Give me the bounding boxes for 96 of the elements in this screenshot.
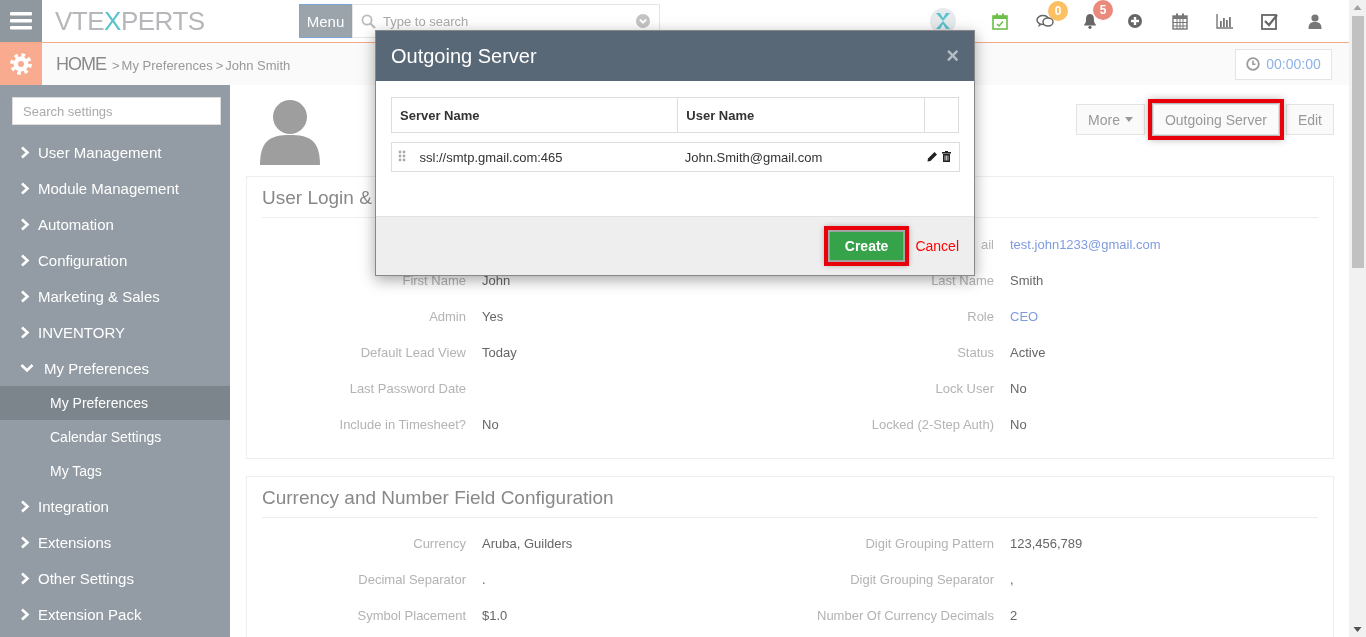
breadcrumb-link[interactable]: My Preferences	[121, 57, 213, 73]
sidebar-item[interactable]: Extensions	[0, 524, 230, 560]
scrollbar-thumb[interactable]	[1351, 16, 1364, 268]
menu-button[interactable]: Menu	[299, 4, 352, 38]
field-label: Admin	[429, 308, 466, 324]
field-value: No	[482, 416, 500, 432]
sidebar-item[interactable]: Automation	[0, 206, 230, 242]
sidebar-item[interactable]: My Preferences	[0, 350, 230, 386]
chat-icon[interactable]	[1035, 14, 1054, 28]
field-label: Digit Grouping Separator	[850, 571, 994, 587]
chevron-right-icon	[20, 535, 30, 549]
field-value: $1.0	[482, 607, 509, 623]
breadcrumb-link[interactable]: John Smith	[225, 57, 291, 73]
section-title: Currency and Number Field Configuration	[262, 477, 1318, 518]
dropdown-button[interactable]: More	[1076, 104, 1145, 135]
field-label: First Name	[402, 272, 466, 288]
breadcrumb-link[interactable]: HOME	[56, 53, 106, 75]
cancel-link[interactable]: Cancel	[915, 238, 959, 254]
search-field[interactable]: Search settings	[12, 97, 221, 125]
sidebar-item[interactable]: Configuration	[0, 242, 230, 278]
field-value: John	[482, 272, 512, 288]
sidebar-item[interactable]: Integration	[0, 488, 230, 524]
field-label: Symbol Placement	[357, 607, 466, 623]
bar-chart-icon[interactable]	[1215, 13, 1234, 29]
field-label: Digit Grouping Pattern	[865, 535, 994, 551]
trash-icon[interactable]	[941, 150, 951, 162]
sidebar-subitem[interactable]: My Tags	[0, 454, 230, 488]
sidebar-item[interactable]: Module Management	[0, 170, 230, 206]
field-value: Active	[1010, 344, 1047, 360]
table-cell: John.Smith@gmail.com	[684, 149, 823, 165]
field-value: Aruba, Guilders	[482, 535, 574, 551]
breadcrumb-separator: >	[112, 57, 120, 73]
chevron-right-icon	[20, 217, 30, 231]
field-label: Lock User	[935, 380, 994, 396]
field-link[interactable]: test.john1233@gmail.com	[1010, 236, 1318, 252]
field-value: Today	[482, 344, 518, 360]
field-label: ail	[981, 236, 994, 252]
field-label: Default Lead View	[360, 344, 466, 360]
sidebar-item[interactable]: Other Settings	[0, 560, 230, 596]
field-label: Status	[957, 344, 994, 360]
count-badge: 5	[1093, 0, 1113, 20]
calendar-icon[interactable]	[1171, 12, 1188, 30]
chevron-down-icon	[20, 363, 34, 373]
field-label: Decimal Separator	[358, 571, 466, 587]
pencil-icon[interactable]	[926, 150, 938, 162]
chevron-right-icon	[20, 571, 30, 585]
breadcrumb-separator: >	[215, 57, 224, 73]
chevron-right-icon	[20, 145, 30, 159]
field-value: .	[482, 571, 487, 587]
clock-icon	[1246, 57, 1261, 71]
sidebar-item[interactable]: Marketing & Sales	[0, 278, 230, 314]
field-label: Number Of Currency Decimals	[817, 607, 994, 623]
chevron-right-icon	[20, 181, 30, 195]
search-icon	[361, 14, 376, 29]
bell-icon[interactable]	[1082, 13, 1097, 29]
field-label: Include in Timesheet?	[339, 416, 466, 432]
field-label: Currency	[413, 535, 466, 551]
field-label: Last Name	[931, 272, 994, 288]
logo[interactable]: VTEXPERTS	[55, 5, 299, 37]
chevron-right-icon	[20, 253, 30, 267]
timer-button[interactable]: 00:00:00	[1235, 48, 1332, 80]
sidebar-item[interactable]: INVENTORY	[0, 314, 230, 350]
sidebar-item[interactable]: Extension Pack	[0, 596, 230, 632]
add-icon[interactable]	[1127, 14, 1142, 28]
count-badge: 0	[1048, 1, 1068, 21]
close-button[interactable]: ×	[946, 43, 959, 69]
field-value: No	[1010, 416, 1028, 432]
field-label: Locked (2-Step Auth)	[871, 416, 994, 432]
user-icon[interactable]	[1307, 13, 1322, 29]
menu-icon[interactable]	[0, 0, 42, 42]
field-value: 2	[1010, 607, 1019, 623]
sidebar-subitem[interactable]: Calendar Settings	[0, 420, 230, 454]
dialog-title: Outgoing Server	[391, 44, 537, 68]
calendar-check-icon[interactable]	[991, 12, 1008, 30]
chevron-right-icon	[20, 289, 30, 303]
caret-icon	[1124, 117, 1133, 122]
sidebar-subitem[interactable]: My Preferences	[0, 386, 230, 420]
avatar-icon	[260, 99, 320, 165]
checkbox-icon[interactable]	[1261, 12, 1278, 30]
table-cell: ssl://smtp.gmail.com:465	[419, 149, 563, 165]
chevron-right-icon	[20, 499, 30, 513]
column-header: User Name	[677, 97, 925, 133]
field-label: Role	[967, 308, 994, 324]
chevron-right-icon	[20, 325, 30, 339]
field-value: Smith	[1010, 272, 1045, 288]
chevron-right-icon	[20, 607, 30, 621]
column-header: Server Name	[391, 97, 678, 133]
field-label: Last Password Date	[349, 380, 466, 396]
field-value: 123,456,789	[1010, 535, 1084, 551]
field-value: ,	[1010, 571, 1015, 587]
drag-handle-icon[interactable]	[397, 149, 406, 162]
sidebar-item[interactable]: User Management	[0, 134, 230, 170]
action-button[interactable]: Edit	[1285, 104, 1334, 135]
field-value: Yes	[482, 308, 505, 324]
field-value: No	[1010, 380, 1028, 396]
field-link[interactable]: CEO	[1010, 308, 1318, 324]
